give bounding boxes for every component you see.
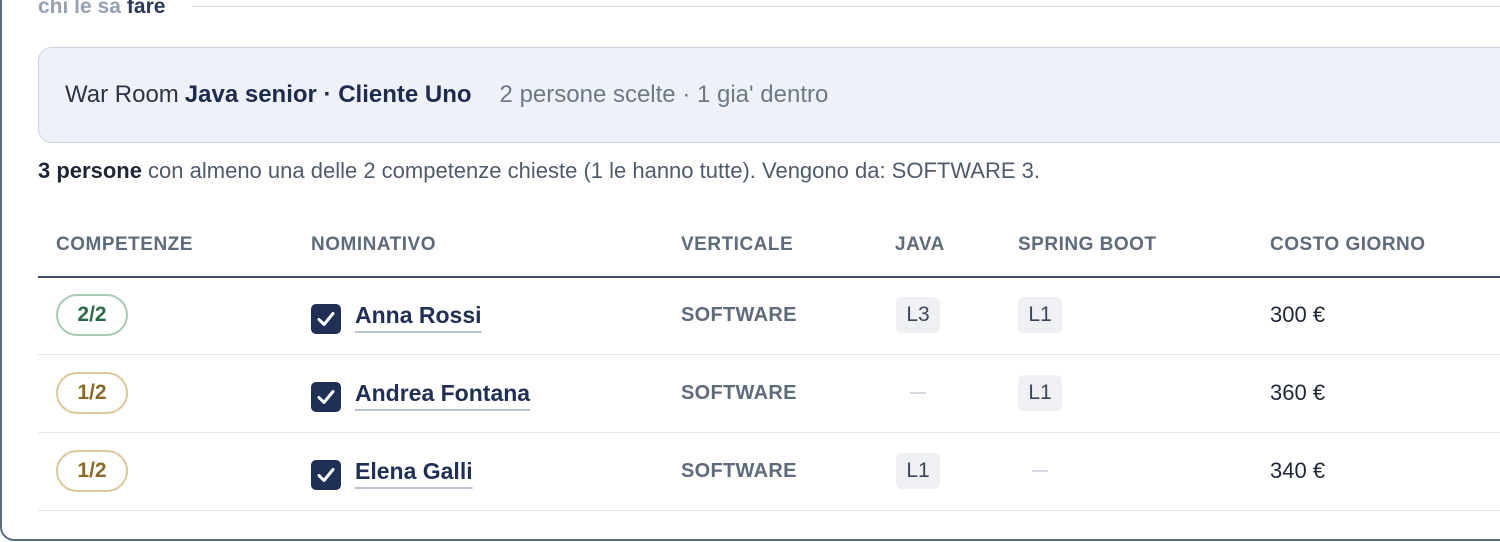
select-checkbox[interactable]: [311, 304, 341, 334]
summary-text: con almeno una delle 2 competenze chiest…: [141, 158, 1040, 183]
java-level: L3: [896, 297, 940, 333]
cost-cell: 360 €: [1270, 354, 1325, 432]
header-java[interactable]: JAVA: [895, 234, 945, 256]
war-room-banner: War Room Java senior · Cliente Uno 2 per…: [38, 47, 1500, 143]
table-row: 1/2 Elena Galli SOFTWARE L1 340 €: [38, 432, 1500, 511]
java-cell: [888, 354, 948, 432]
section-divider: [192, 6, 1500, 7]
match-badge: 1/2: [56, 450, 128, 492]
cost-cell: 300 €: [1270, 276, 1325, 354]
header-costo-giorno[interactable]: COSTO GIORNO: [1270, 234, 1426, 256]
person-name-link[interactable]: Elena Galli: [355, 458, 473, 485]
checkmark-icon: [317, 390, 335, 404]
verticale-value: SOFTWARE: [681, 459, 797, 482]
checkmark-icon: [317, 312, 335, 326]
header-nominativo[interactable]: NOMINATIVO: [311, 234, 436, 256]
dash-icon: [910, 392, 926, 394]
verticale-value: SOFTWARE: [681, 381, 797, 404]
verticale-cell: SOFTWARE: [681, 276, 797, 354]
table-row: 2/2 Anna Rossi SOFTWARE L3 L1 300 €: [38, 276, 1500, 355]
table-header: COMPETENZE NOMINATIVO VERTICALE JAVA SPR…: [38, 224, 1500, 278]
section-heading-strong: fare: [126, 0, 166, 18]
spring-boot-cell: L1: [1010, 276, 1070, 354]
section-heading-muted: chi le sa: [38, 0, 121, 18]
match-cell: 1/2: [56, 354, 128, 432]
match-badge: 2/2: [56, 294, 128, 336]
cost-cell: 340 €: [1270, 432, 1325, 510]
verticale-cell: SOFTWARE: [681, 432, 797, 510]
spring-boot-cell: L1: [1010, 354, 1070, 432]
nominativo-cell: Elena Galli: [311, 432, 473, 510]
cost-value: 360 €: [1270, 380, 1326, 405]
person-name-link[interactable]: Anna Rossi: [355, 302, 482, 329]
header-competenze[interactable]: COMPETENZE: [56, 234, 193, 256]
spring-boot-level: L1: [1018, 297, 1062, 333]
person-name-link[interactable]: Andrea Fontana: [355, 380, 530, 407]
banner-prefix: War Room: [65, 81, 179, 108]
spring-boot-level: L1: [1018, 375, 1062, 411]
header-verticale[interactable]: VERTICALE: [681, 234, 793, 256]
banner-title: Java senior · Cliente Uno: [184, 81, 472, 108]
checkmark-icon: [317, 468, 335, 482]
java-cell: L3: [888, 276, 948, 354]
match-badge: 1/2: [56, 372, 128, 414]
cost-value: 300 €: [1270, 302, 1326, 327]
cost-value: 340 €: [1270, 458, 1326, 483]
summary-count: 3 persone: [38, 158, 142, 183]
match-cell: 1/2: [56, 432, 128, 510]
spring-boot-cell: [1010, 432, 1070, 510]
nominativo-cell: Anna Rossi: [311, 276, 482, 354]
dash-icon: [1032, 470, 1048, 472]
header-spring-boot[interactable]: SPRING BOOT: [1018, 234, 1157, 256]
verticale-value: SOFTWARE: [681, 303, 797, 326]
match-cell: 2/2: [56, 276, 128, 354]
results-summary: 3 persone con almeno una delle 2 compete…: [38, 158, 1040, 184]
select-checkbox[interactable]: [311, 460, 341, 490]
verticale-cell: SOFTWARE: [681, 354, 797, 432]
java-level: L1: [896, 453, 940, 489]
table-row: 1/2 Andrea Fontana SOFTWARE L1 360 €: [38, 354, 1500, 433]
java-cell: L1: [888, 432, 948, 510]
select-checkbox[interactable]: [311, 382, 341, 412]
section-heading: chi le sa fare: [38, 0, 165, 21]
banner-meta: 2 persone scelte · 1 gia' dentro: [499, 81, 829, 108]
nominativo-cell: Andrea Fontana: [311, 354, 530, 432]
